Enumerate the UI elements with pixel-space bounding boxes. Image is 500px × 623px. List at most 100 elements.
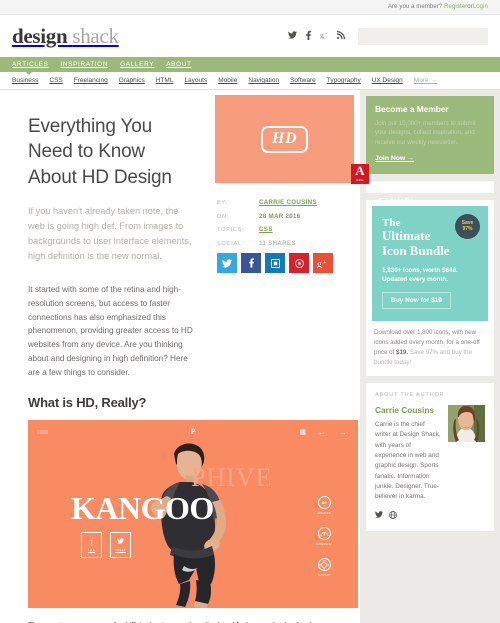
article-figure-kangoo: P ▦ ← → PHIVE KANGOO f LIKE TWEET 60 MIN…: [28, 420, 358, 609]
article-hero-aside: HD By: Carrie Cousins On: 28 Mar 2016 To…: [215, 90, 360, 273]
meta-row: Social: 11 Shares: [217, 240, 360, 247]
utility-bar: Are you a member? Register or Login: [0, 0, 500, 15]
subnav-item-navigation[interactable]: Navigation: [248, 77, 279, 84]
svg-text:g: g: [320, 31, 324, 39]
grid-view-icon[interactable]: ▦: [299, 429, 306, 436]
icon-bundle-banner[interactable]: Save 97% The Ultimate Icon Bundle 1,830+…: [372, 205, 488, 322]
share-twitter-button[interactable]: [217, 253, 237, 273]
featured-image: HD: [215, 95, 354, 183]
secondary-navigation: Business CSS Freelancing Graphics HTML L…: [0, 72, 500, 90]
twitter-icon[interactable]: [375, 510, 383, 521]
subnav-item-mobile[interactable]: Mobile: [218, 77, 237, 84]
buy-now-button[interactable]: Buy Now for $19: [382, 292, 451, 310]
figure-tweet-button[interactable]: TWEET: [110, 532, 131, 559]
subnav-item-ux-design[interactable]: UX Design: [372, 77, 403, 84]
search-input[interactable]: [358, 27, 488, 45]
discount-badge: Save 97%: [455, 213, 480, 239]
figure-logo: P: [190, 427, 196, 437]
website-icon[interactable]: [389, 510, 397, 521]
avatar: [448, 404, 485, 442]
icon-ad-desc-price: $19.: [396, 348, 409, 356]
subnav-item-css[interactable]: CSS: [49, 77, 62, 84]
facebook-icon[interactable]: [304, 30, 313, 42]
meta-author-link[interactable]: Carrie Cousins: [259, 199, 317, 206]
figure-stat-cardio: CARDIO: [317, 558, 331, 578]
share-linkedin-button[interactable]: [265, 253, 285, 273]
svg-text:g: g: [317, 259, 322, 267]
article-hero-text: Everything You Need to Know About HD Des…: [0, 90, 215, 273]
nav-item-gallery[interactable]: Gallery: [120, 61, 154, 68]
author-text-block: Carrie Cousins Carrie is the chief write…: [375, 398, 442, 503]
meta-topic-link[interactable]: CSS: [259, 226, 273, 233]
login-link[interactable]: Login: [473, 4, 488, 10]
page-title: Everything You Need to Know About HD Des…: [28, 116, 172, 188]
section-heading: What is HD, Really?: [28, 395, 147, 411]
subnav-item-graphics[interactable]: Graphics: [119, 77, 145, 84]
membership-prompt: Are you a member?: [387, 4, 443, 10]
arrow-left-icon[interactable]: ←: [318, 428, 326, 437]
author-bio: Carrie is the chief writer at Design Sha…: [375, 420, 441, 501]
widget-become-a-member: Become a Member Join our 15,000+ members…: [366, 96, 494, 174]
author-widget-body: Carrie Cousins Carrie is the chief write…: [375, 398, 485, 503]
twitter-icon[interactable]: [288, 31, 297, 41]
share-buttons: g +: [217, 253, 360, 273]
meta-date: 28 Mar 2016: [259, 212, 301, 220]
figure-stat-label: INTENSITY: [316, 542, 332, 547]
meta-label-by: By:: [217, 200, 228, 206]
twitter-icon: [117, 538, 124, 546]
share-googleplus-button[interactable]: g +: [313, 253, 333, 273]
meta-share-count: 11 Shares: [259, 239, 296, 247]
site-logo[interactable]: design shack: [12, 24, 119, 49]
logo-light-word: shack: [72, 23, 119, 48]
widget-icon-bundle-ad: Save 97% The Ultimate Icon Bundle 1,830+…: [366, 199, 494, 376]
nav-item-articles[interactable]: Articles: [12, 61, 48, 68]
figure-stat-intensity: INTENSITY: [316, 527, 332, 546]
subnav-item-typography[interactable]: Typography: [327, 77, 361, 84]
meta-row: By: Carrie Cousins: [217, 199, 360, 206]
subnav-item-freelancing[interactable]: Freelancing: [74, 77, 108, 84]
figure-stat-label: MINUTES: [317, 511, 331, 516]
member-widget-text: Join our 15,000+ members to submit your …: [375, 120, 476, 146]
nav-item-inspiration[interactable]: Inspiration: [60, 61, 108, 68]
subnav-item-layouts[interactable]: Layouts: [184, 77, 207, 84]
join-now-button[interactable]: Join Now →: [375, 155, 414, 162]
nav-item-about[interactable]: About: [166, 61, 191, 68]
gauge-icon: [317, 527, 331, 541]
stopwatch-icon: 60: [317, 496, 331, 510]
meta-label-social: Social:: [217, 240, 244, 247]
arrow-right-icon[interactable]: →: [339, 428, 347, 437]
share-pinterest-button[interactable]: [289, 253, 309, 273]
register-link[interactable]: Register: [444, 4, 467, 10]
facebook-icon: f: [90, 538, 93, 546]
subnav-item-html[interactable]: HTML: [156, 77, 174, 84]
figure-stats: 60 MINUTES INTENSITY CARDIO: [316, 496, 332, 577]
subnav-item-more[interactable]: More →: [414, 77, 437, 84]
figure-stat-label: CARDIO: [318, 573, 330, 578]
rss-icon[interactable]: [336, 31, 345, 41]
icon-ad-line-3: Icon Bundle: [382, 242, 450, 258]
figure-stat-minutes: 60 MINUTES: [318, 496, 331, 515]
author-name-link[interactable]: Carrie Cousins: [375, 405, 442, 415]
googleplus-icon[interactable]: g +: [320, 30, 329, 41]
masthead-right: g +: [288, 27, 488, 45]
member-widget-title: Become a Member: [375, 104, 449, 114]
subnav-item-software[interactable]: Software: [290, 77, 316, 84]
figure-like-button[interactable]: f LIKE: [81, 532, 102, 559]
sidebar: Become a Member Join our 15,000+ members…: [351, 90, 500, 623]
article-meta: By: Carrie Cousins On: 28 Mar 2016 Topic…: [215, 183, 360, 273]
svg-text:+: +: [323, 259, 326, 265]
meta-row: On: 28 Mar 2016: [217, 213, 360, 220]
logo-bold-word: design: [12, 23, 68, 48]
share-facebook-button[interactable]: [241, 253, 261, 273]
hamburger-menu-icon[interactable]: [37, 430, 48, 435]
masthead: design shack g +: [0, 15, 500, 57]
avatar-photo: [448, 404, 485, 442]
meta-row: Topics: CSS: [217, 226, 360, 233]
article-column: Everything You Need to Know About HD Des…: [0, 90, 360, 623]
subnav-item-business[interactable]: Business: [12, 77, 38, 84]
article-lead: If you haven't already taken note, the w…: [28, 205, 192, 261]
article-body-narrow: It started with some of the retina and h…: [0, 273, 215, 379]
nav-active-pointer-icon: [26, 72, 32, 75]
meta-label-on: On:: [217, 213, 230, 220]
figure-headline: KANGOO: [71, 490, 214, 527]
